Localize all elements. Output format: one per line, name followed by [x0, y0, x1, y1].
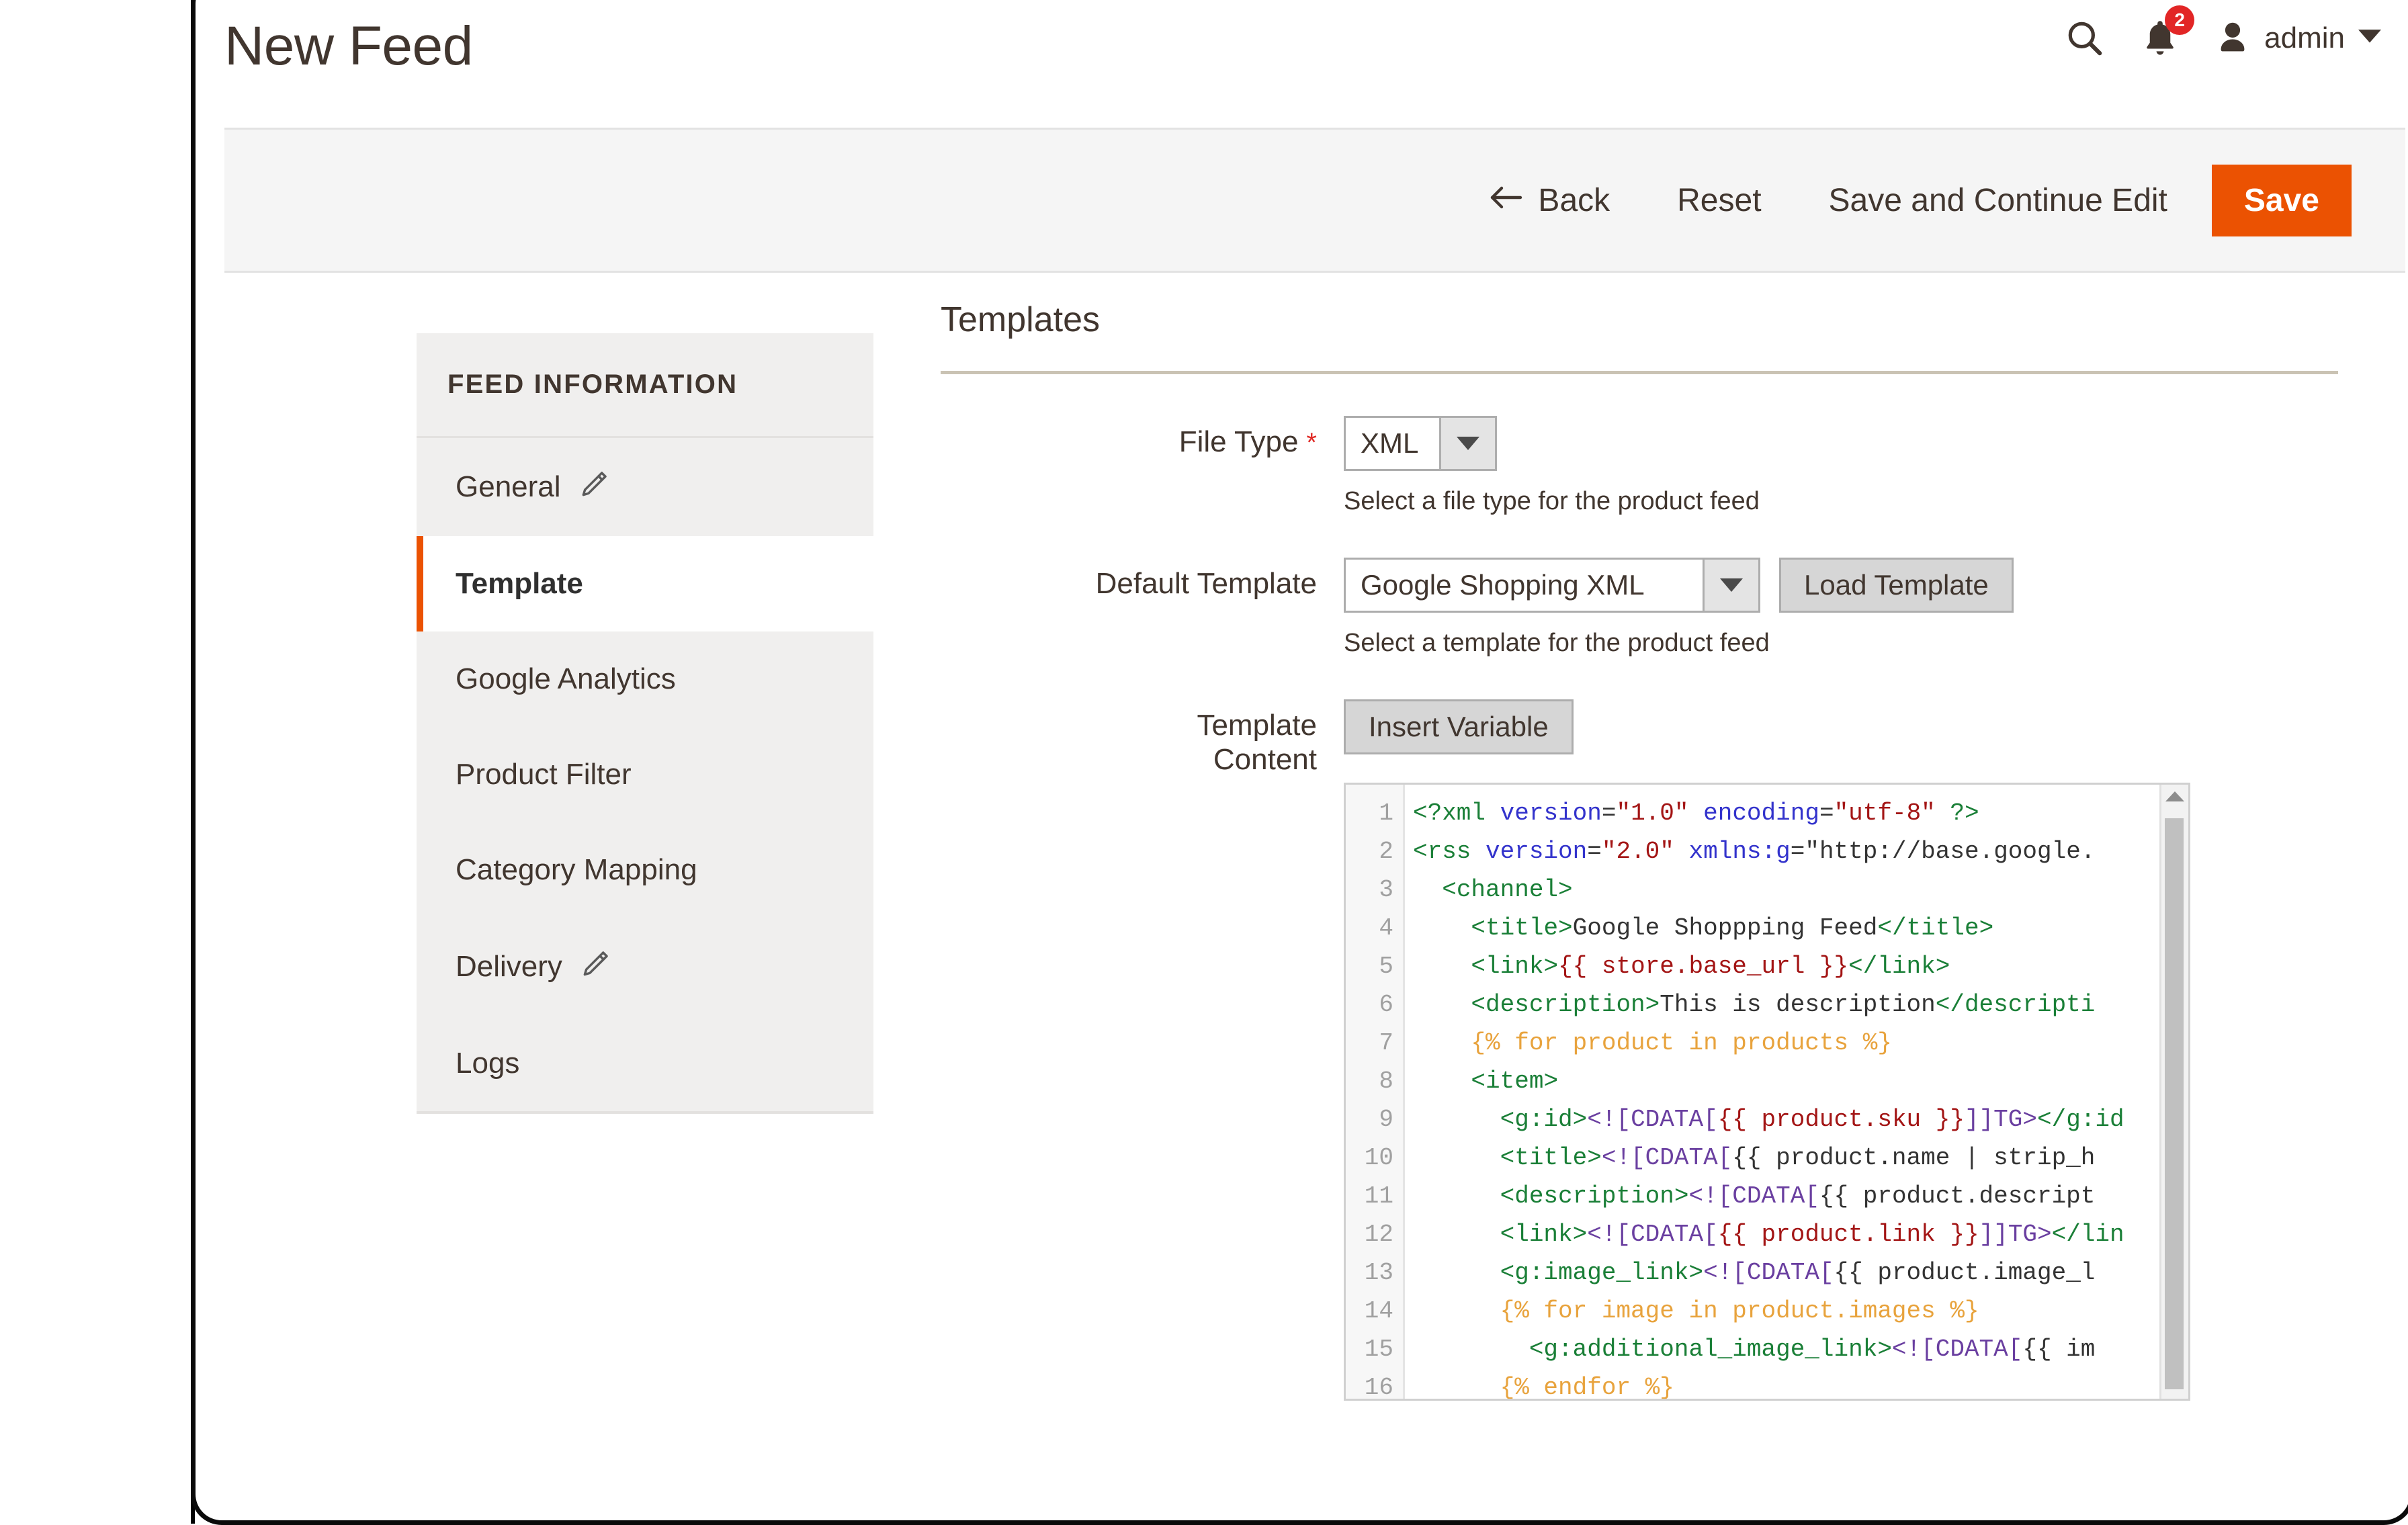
sidebar-item-google-analytics[interactable]: Google Analytics: [417, 631, 873, 727]
chevron-down-icon[interactable]: [1703, 560, 1758, 611]
editor-line-number-gutter: 1 2 3 4 5 6 7 8 9 10 11 12 13 14 15 16: [1346, 785, 1405, 1399]
line-number: 2: [1346, 832, 1403, 871]
template-content-editor[interactable]: 1 2 3 4 5 6 7 8 9 10 11 12 13 14 15 16 <?xml version="1…: [1344, 783, 2190, 1401]
code-line: <description>This is description</descri…: [1413, 986, 2159, 1024]
file-type-hint: Select a file type for the product feed: [1344, 487, 2345, 516]
page-title: New Feed: [224, 15, 473, 78]
scroll-up-arrow-icon[interactable]: [2165, 791, 2184, 801]
header-actions: 2 admin: [2064, 17, 2381, 59]
line-number: 4: [1346, 909, 1403, 947]
page-content: FEED INFORMATION General Template Google…: [195, 273, 2405, 1524]
line-number: 1: [1346, 794, 1403, 832]
sidebar-item-template[interactable]: Template: [417, 536, 873, 631]
file-type-value: XML: [1346, 418, 1439, 469]
back-button[interactable]: Back: [1488, 182, 1610, 219]
back-button-label: Back: [1538, 182, 1610, 219]
reset-button-label: Reset: [1677, 182, 1761, 219]
code-line: <item>: [1413, 1062, 2159, 1100]
line-number: 3: [1346, 871, 1403, 909]
line-number: 12: [1346, 1215, 1403, 1254]
feed-information-sidebar: FEED INFORMATION General Template Google…: [417, 333, 873, 1114]
code-line: <g:id><![CDATA[{{ product.sku }}]]TG><…: [1413, 1100, 2159, 1139]
editor-code-area[interactable]: <?xml version="1.0" encoding="utf-8" ?> <…: [1405, 785, 2159, 1399]
template-content-label-line1: Template: [1197, 709, 1317, 742]
file-type-field-row: File Type * XML Select a file type for th…: [941, 416, 2345, 516]
code-line: {% for product in products %}: [1413, 1024, 2159, 1062]
admin-username: admin: [2264, 21, 2345, 55]
template-content-field-row: Template Content Insert Variable: [941, 699, 2345, 754]
line-number: 5: [1346, 947, 1403, 986]
code-line: <link>{{ store.base_url }}</link>: [1413, 947, 2159, 986]
section-title: Templates: [941, 300, 2338, 374]
line-number: 6: [1346, 986, 1403, 1024]
sidebar-item-general[interactable]: General: [417, 438, 873, 536]
sidebar-item-label: General: [456, 470, 561, 504]
line-number: 10: [1346, 1139, 1403, 1177]
search-icon[interactable]: [2064, 17, 2106, 59]
page-header: New Feed 2 admin: [195, 0, 2405, 128]
default-template-label: Default Template: [941, 567, 1317, 601]
bell-icon[interactable]: 2: [2141, 17, 2180, 59]
reset-button[interactable]: Reset: [1677, 182, 1761, 219]
code-line: <g:image_link><![CDATA[{{ product.image_…: [1413, 1254, 2159, 1292]
save-and-continue-edit-button[interactable]: Save and Continue Edit: [1829, 182, 2167, 219]
default-template-value: Google Shopping XML: [1346, 560, 1703, 611]
line-number: 8: [1346, 1062, 1403, 1100]
line-number: 9: [1346, 1100, 1403, 1139]
editor-vertical-scrollbar[interactable]: [2159, 785, 2188, 1399]
line-number: 11: [1346, 1177, 1403, 1215]
templates-form: Templates File Type * XML Select a file t…: [941, 300, 2345, 1401]
admin-page: New Feed 2 admin Back Reset Save and Con…: [191, 0, 2405, 1524]
sidebar-item-label: Template: [456, 567, 583, 601]
code-line: {% endfor %}: [1413, 1368, 2159, 1399]
sidebar-item-label: Category Mapping: [456, 853, 697, 887]
sidebar-item-logs[interactable]: Logs: [417, 1016, 873, 1111]
save-and-continue-edit-label: Save and Continue Edit: [1829, 182, 2167, 219]
line-number: 16: [1346, 1368, 1403, 1401]
code-line: <description><![CDATA[{{ product.descrip…: [1413, 1177, 2159, 1215]
user-avatar-icon: [2214, 19, 2251, 58]
sidebar-item-label: Logs: [456, 1047, 519, 1080]
file-type-label: File Type *: [941, 425, 1317, 460]
sidebar-item-category-mapping[interactable]: Category Mapping: [417, 822, 873, 918]
page-actions-toolbar: Back Reset Save and Continue Edit Save: [224, 128, 2405, 273]
arrow-left-icon: [1488, 182, 1523, 219]
sidebar-item-product-filter[interactable]: Product Filter: [417, 727, 873, 822]
line-number: 14: [1346, 1292, 1403, 1330]
template-content-label-line2: Content: [1213, 743, 1317, 776]
code-line: <title><![CDATA[{{ product.name | strip_…: [1413, 1139, 2159, 1177]
default-template-select[interactable]: Google Shopping XML: [1344, 558, 1760, 613]
sidebar-item-label: Google Analytics: [456, 662, 676, 696]
line-number: 7: [1346, 1024, 1403, 1062]
code-line: <?xml version="1.0" encoding="utf-8" ?>: [1413, 794, 2159, 832]
insert-variable-button[interactable]: Insert Variable: [1344, 699, 1574, 754]
code-line: {% for image in product.images %}: [1413, 1292, 2159, 1330]
sidebar-title: FEED INFORMATION: [417, 333, 873, 438]
chevron-down-icon[interactable]: [1439, 418, 1495, 469]
line-number: 15: [1346, 1330, 1403, 1368]
sidebar-item-delivery[interactable]: Delivery: [417, 918, 873, 1016]
default-template-hint: Select a template for the product feed: [1344, 629, 2345, 658]
default-template-field-row: Default Template Google Shopping XML Loa…: [941, 558, 2345, 658]
code-line: <g:additional_image_link><![CDATA[{{ im: [1413, 1330, 2159, 1368]
load-template-button[interactable]: Load Template: [1779, 558, 2014, 613]
save-button[interactable]: Save: [2212, 165, 2352, 236]
code-line: <title>Google Shoppping Feed</title>: [1413, 909, 2159, 947]
scrollbar-thumb[interactable]: [2165, 818, 2184, 1389]
pencil-icon: [578, 469, 609, 505]
code-line: <link><![CDATA[{{ product.link }}]]TG>…: [1413, 1215, 2159, 1254]
code-line: <rss version="2.0" xmlns:g="http://base.…: [1413, 832, 2159, 871]
file-type-select[interactable]: XML: [1344, 416, 1497, 471]
template-content-label: Template Content: [941, 709, 1317, 777]
required-marker: *: [1306, 428, 1317, 458]
pencil-icon: [580, 949, 611, 985]
admin-menu[interactable]: admin: [2214, 19, 2381, 58]
code-line: <channel>: [1413, 871, 2159, 909]
sidebar-item-label: Product Filter: [456, 758, 632, 791]
line-number: 13: [1346, 1254, 1403, 1292]
chevron-down-icon: [2358, 30, 2381, 48]
notification-badge: 2: [2165, 5, 2194, 35]
file-type-label-text: File Type: [1179, 425, 1299, 458]
sidebar-item-label: Delivery: [456, 950, 562, 984]
